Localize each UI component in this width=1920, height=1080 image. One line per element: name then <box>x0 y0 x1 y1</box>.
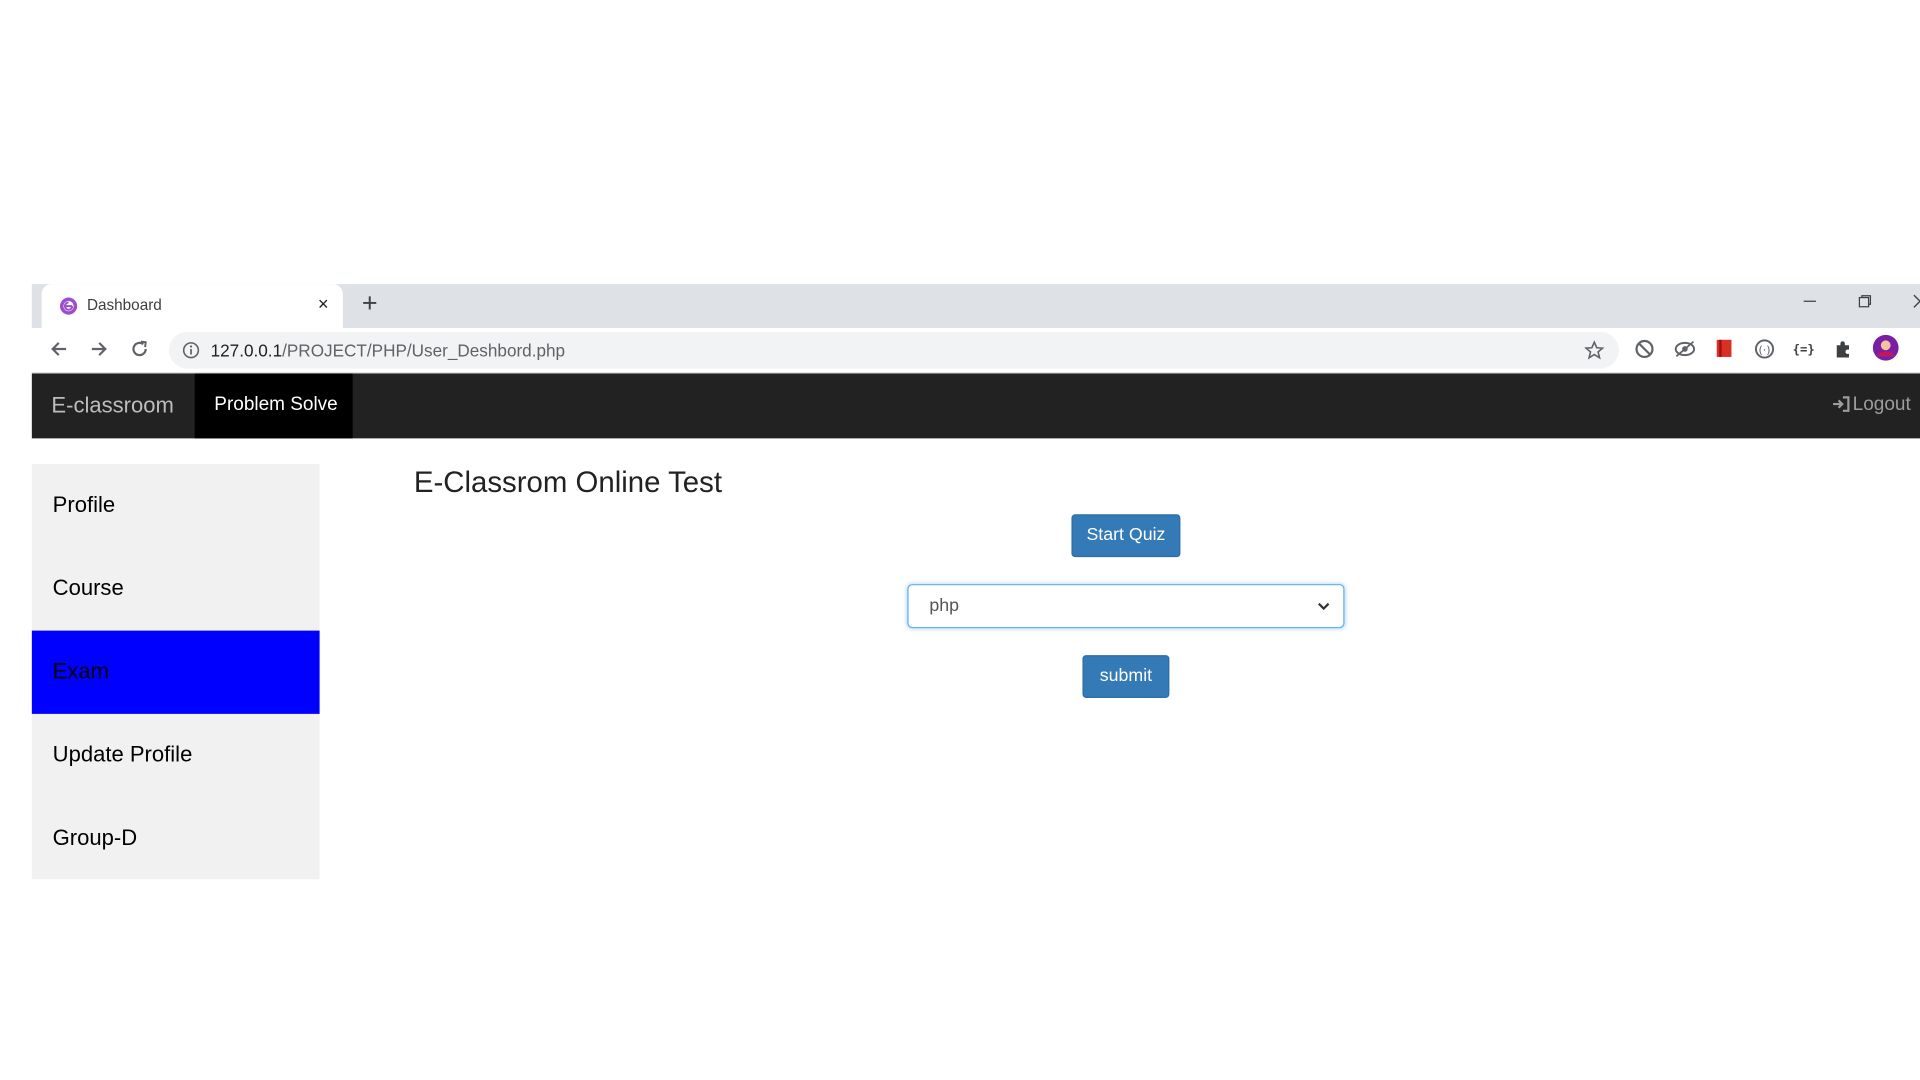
browser-tab-strip: Dashboard × + <box>31 284 1920 329</box>
close-tab-icon[interactable]: × <box>313 293 333 317</box>
login-arrow-icon <box>1833 396 1850 412</box>
url-path: /PROJECT/PHP/User_Deshbord.php <box>282 340 566 361</box>
top-navbar: E-classroom Problem Solve Logout <box>31 373 1920 439</box>
sidebar-item-label: Course <box>52 575 124 601</box>
nav-item-problem-solve[interactable]: Problem Solve <box>194 373 353 439</box>
forward-arrow-icon[interactable] <box>84 334 113 363</box>
sidebar-item-label: Group-D <box>52 825 138 850</box>
browser-tab-dashboard[interactable]: Dashboard × <box>41 284 343 329</box>
address-bar[interactable]: 127.0.0.1/PROJECT/PHP/User_Deshbord.php <box>168 331 1619 369</box>
book-extension-icon[interactable] <box>1712 337 1736 361</box>
sidebar-item-update-profile[interactable]: Update Profile <box>32 714 320 797</box>
site-info-icon[interactable] <box>182 342 200 359</box>
sidebar-item-group-d[interactable]: Group-D <box>32 797 320 880</box>
site-favicon-icon <box>60 297 78 315</box>
block-extension-icon[interactable] <box>1632 337 1656 361</box>
quiz-topic-select[interactable]: php <box>907 584 1345 629</box>
sidebar-item-profile[interactable]: Profile <box>32 464 320 547</box>
profile-avatar-icon[interactable] <box>1872 334 1899 361</box>
screenshot-frame: Dashboard × + 127.0.0.1/PROJECT/PHP/User… <box>0 0 1920 1080</box>
puzzle-extensions-icon[interactable] <box>1832 337 1856 361</box>
start-quiz-button[interactable]: Start Quiz <box>1071 514 1181 558</box>
back-arrow-icon[interactable] <box>44 334 73 363</box>
svg-text:(·): (·) <box>1758 343 1770 356</box>
close-window-icon[interactable] <box>1905 289 1920 318</box>
restore-window-icon[interactable] <box>1850 289 1879 318</box>
code-extension-icon[interactable]: {=} <box>1791 337 1815 361</box>
navbar-brand[interactable]: E-classroom <box>51 393 173 419</box>
sidebar-item-label: Update Profile <box>52 742 193 767</box>
nav-item-label: Problem Solve <box>214 394 338 416</box>
browser-toolbar: 127.0.0.1/PROJECT/PHP/User_Deshbord.php … <box>31 328 1920 374</box>
sidebar-item-label: Exam <box>52 658 109 684</box>
minimize-window-icon[interactable] <box>1795 289 1824 318</box>
sidebar: Profile Course Exam Update Profile Group… <box>31 464 320 880</box>
sidebar-item-label: Profile <box>52 492 116 517</box>
sidebar-item-exam[interactable]: Exam <box>31 630 320 714</box>
new-tab-icon[interactable]: + <box>358 290 382 319</box>
page-title: E-Classrom Online Test <box>413 466 723 500</box>
eye-extension-icon[interactable] <box>1673 337 1697 361</box>
chevron-down-icon <box>1318 602 1330 611</box>
url-text: 127.0.0.1/PROJECT/PHP/User_Deshbord.php <box>211 340 565 360</box>
bookmark-star-icon[interactable] <box>1584 340 1605 360</box>
sidebar-item-course[interactable]: Course <box>32 547 320 630</box>
logout-label: Logout <box>1852 394 1911 416</box>
tab-title: Dashboard <box>86 296 162 314</box>
url-host: 127.0.0.1 <box>210 340 283 361</box>
select-value: php <box>929 596 960 616</box>
svg-text:{=}: {=} <box>1793 342 1815 356</box>
logout-link[interactable]: Logout <box>1832 394 1911 416</box>
globe-extension-icon[interactable]: (·) <box>1752 337 1776 361</box>
submit-button[interactable]: submit <box>1082 655 1170 698</box>
reload-icon[interactable] <box>125 334 154 363</box>
